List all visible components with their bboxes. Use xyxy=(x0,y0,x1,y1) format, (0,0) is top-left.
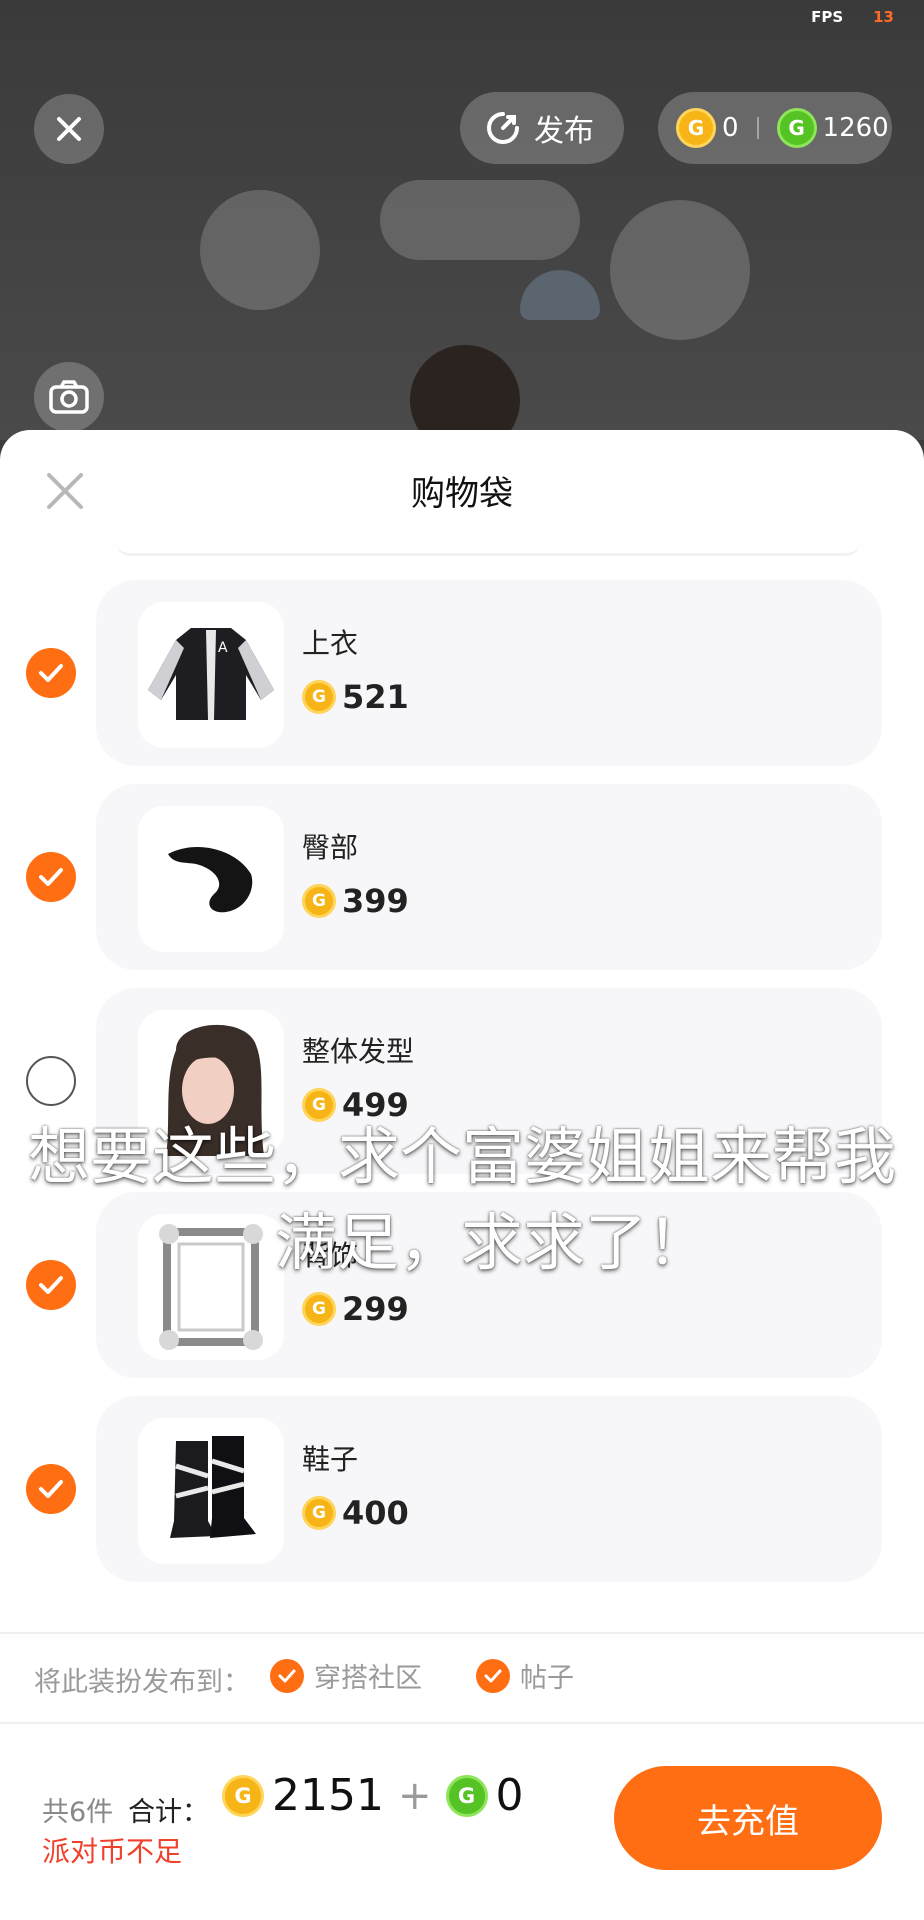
gold-coin-icon: G xyxy=(302,680,336,714)
close-scene-button[interactable] xyxy=(34,94,104,164)
boots-thumbnail xyxy=(138,1418,284,1564)
gold-coin-icon: G xyxy=(222,1774,264,1817)
list-item-previous xyxy=(116,542,860,556)
green-coin-icon: G xyxy=(445,1774,488,1817)
gold-balance: 0 xyxy=(722,113,739,143)
divider xyxy=(756,117,759,139)
total-label: 合计： xyxy=(128,1797,209,1828)
item-checkbox-hairstyle[interactable] xyxy=(26,1056,76,1106)
checkmark-icon xyxy=(39,664,63,682)
gold-coin-icon: G xyxy=(302,1292,336,1326)
insufficient-warning: 派对币不足 xyxy=(42,1835,183,1868)
fps-counter: FPS 13 xyxy=(811,8,894,26)
item-price: G 521 xyxy=(302,678,409,716)
avatar-head xyxy=(410,345,520,440)
gold-coin-icon: G xyxy=(302,1496,336,1530)
list-item[interactable]: 鞋子 G 400 xyxy=(96,1396,882,1582)
green-coin-icon: G xyxy=(776,108,817,148)
item-name: 整体发型 xyxy=(302,1035,415,1068)
video-caption-line-1: 想要这些，求个富婆姐姐来帮我 xyxy=(27,1120,896,1193)
publish-targets: 将此装扮发布到： 穿搭社区 帖子 xyxy=(0,1632,924,1724)
shark-ornament xyxy=(520,270,600,320)
item-name: 上衣 xyxy=(302,627,359,660)
green-balance: 1260 xyxy=(822,113,889,143)
item-name: 臀部 xyxy=(302,831,359,864)
avatar-scene: FPS 13 发布 G 0 G 1260 xyxy=(0,0,924,440)
publish-icon xyxy=(487,112,519,144)
total-amount: G 2151 + G 0 xyxy=(222,1770,524,1821)
item-price: G 399 xyxy=(302,882,409,920)
checkmark-icon xyxy=(270,1658,304,1693)
checkmark-icon xyxy=(39,1480,63,1498)
recharge-button[interactable]: 去充值 xyxy=(614,1766,882,1870)
close-icon xyxy=(57,117,81,141)
camera-button[interactable] xyxy=(34,362,104,432)
camera-icon xyxy=(49,380,89,414)
tail-thumbnail xyxy=(138,806,284,952)
checkmark-icon xyxy=(476,1658,510,1693)
publish-community-toggle[interactable]: 穿搭社区 xyxy=(270,1656,422,1695)
video-caption-line-2: 满足，求求了！ xyxy=(274,1206,709,1279)
gold-coin-icon: G xyxy=(676,108,716,148)
list-item[interactable]: A 上衣 G 521 xyxy=(96,580,882,766)
publish-label: 将此装扮发布到： xyxy=(34,1667,250,1698)
item-checkbox-tail[interactable] xyxy=(26,852,76,902)
item-checkbox-top[interactable] xyxy=(26,648,76,698)
svg-text:A: A xyxy=(218,640,228,656)
item-count: 共6件 xyxy=(42,1797,114,1828)
item-name: 鞋子 xyxy=(302,1443,359,1476)
publish-button[interactable]: 发布 xyxy=(460,92,624,164)
item-price: G 400 xyxy=(302,1494,409,1532)
publish-label: 发布 xyxy=(534,114,594,149)
currency-balance[interactable]: G 0 G 1260 xyxy=(658,92,892,164)
item-checkbox-shoes[interactable] xyxy=(26,1464,76,1514)
publish-post-toggle[interactable]: 帖子 xyxy=(476,1656,574,1695)
list-item[interactable]: 臀部 G 399 xyxy=(96,784,882,970)
gold-coin-icon: G xyxy=(302,884,336,918)
item-price: G 299 xyxy=(302,1290,409,1328)
checkmark-icon xyxy=(39,868,63,886)
sheet-title: 购物袋 xyxy=(411,474,513,514)
jacket-thumbnail: A xyxy=(138,602,284,748)
